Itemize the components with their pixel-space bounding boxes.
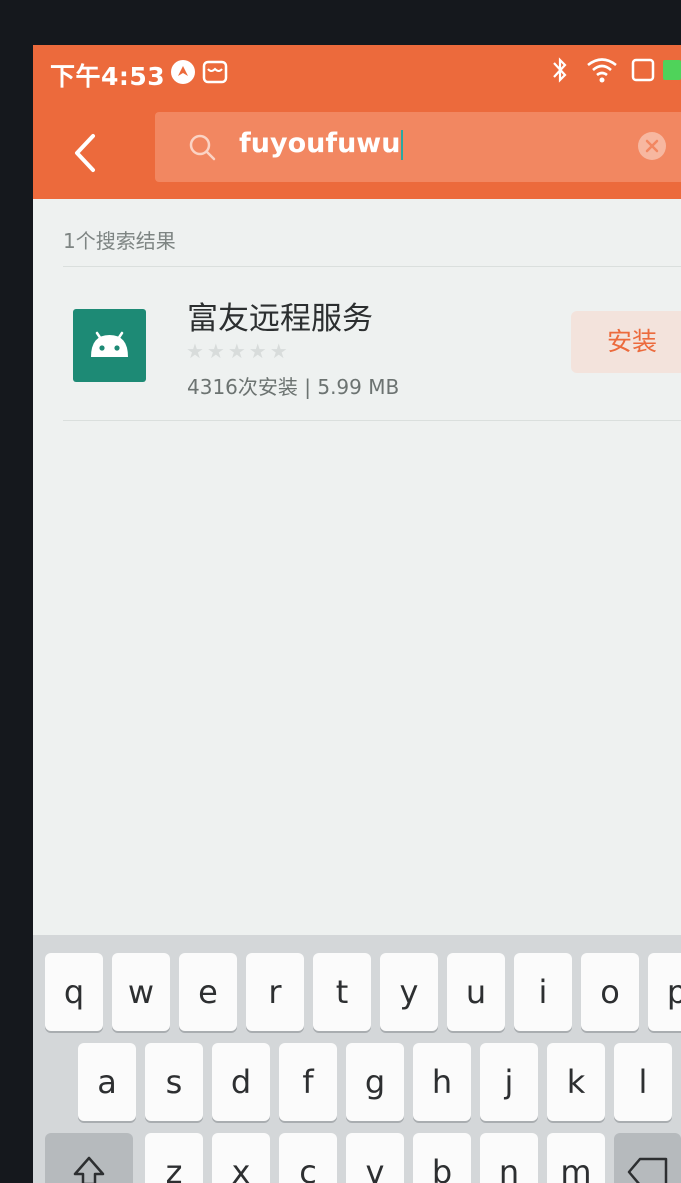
- key-d[interactable]: d: [212, 1043, 270, 1121]
- key-p[interactable]: p: [648, 953, 681, 1031]
- navigation-badge-icon: [171, 60, 195, 84]
- bluetooth-icon: [553, 57, 567, 83]
- key-l[interactable]: l: [614, 1043, 672, 1121]
- key-r[interactable]: r: [246, 953, 304, 1031]
- search-icon: [189, 134, 216, 161]
- divider: [63, 266, 681, 267]
- wifi-icon: [587, 58, 617, 83]
- divider: [63, 420, 681, 421]
- key-k[interactable]: k: [547, 1043, 605, 1121]
- key-v[interactable]: v: [346, 1133, 404, 1183]
- key-j[interactable]: j: [480, 1043, 538, 1121]
- chevron-left-icon[interactable]: [63, 130, 109, 176]
- soft-keyboard: qwertyuiop asdfghjkl zxcvbnm: [33, 935, 681, 1183]
- key-x[interactable]: x: [212, 1133, 270, 1183]
- status-bar: 下午4:53: [33, 45, 681, 102]
- key-c[interactable]: c: [279, 1133, 337, 1183]
- text-cursor: [401, 129, 404, 160]
- store-icon: [202, 60, 228, 84]
- key-e[interactable]: e: [179, 953, 237, 1031]
- screen: 下午4:53 fuyoufuwu 1个搜索结果 富友远程服务 ★★★★★ 431…: [33, 45, 681, 1183]
- key-q[interactable]: q: [45, 953, 103, 1031]
- key-g[interactable]: g: [346, 1043, 404, 1121]
- key-n[interactable]: n: [480, 1133, 538, 1183]
- key-w[interactable]: w: [112, 953, 170, 1031]
- key-m[interactable]: m: [547, 1133, 605, 1183]
- key-b[interactable]: b: [413, 1133, 471, 1183]
- clear-icon[interactable]: [638, 132, 666, 160]
- android-icon: [73, 309, 146, 382]
- battery-icon: [631, 58, 681, 82]
- key-a[interactable]: a: [78, 1043, 136, 1121]
- backspace-icon[interactable]: [614, 1133, 681, 1183]
- app-name: 富友远程服务: [187, 301, 373, 337]
- search-app-bar: fuyoufuwu: [33, 102, 681, 199]
- key-f[interactable]: f: [279, 1043, 337, 1121]
- shift-icon[interactable]: [45, 1133, 133, 1183]
- search-query: fuyoufuwu: [239, 128, 404, 160]
- key-s[interactable]: s: [145, 1043, 203, 1121]
- list-item[interactable]: 富友远程服务 ★★★★★ 4316次安装 | 5.99 MB 安装: [33, 271, 681, 421]
- result-count: 1个搜索结果: [63, 229, 176, 253]
- key-z[interactable]: z: [145, 1133, 203, 1183]
- search-input[interactable]: fuyoufuwu: [155, 112, 681, 182]
- key-y[interactable]: y: [380, 953, 438, 1031]
- key-h[interactable]: h: [413, 1043, 471, 1121]
- key-t[interactable]: t: [313, 953, 371, 1031]
- install-button[interactable]: 安装: [571, 311, 681, 373]
- key-i[interactable]: i: [514, 953, 572, 1031]
- device-bezel-left: [0, 0, 33, 1183]
- rating-stars: ★★★★★: [186, 339, 291, 363]
- status-time: 下午4:53: [50, 62, 166, 91]
- key-o[interactable]: o: [581, 953, 639, 1031]
- app-meta: 4316次安装 | 5.99 MB: [187, 375, 400, 399]
- device-bezel-top: [0, 0, 681, 45]
- key-u[interactable]: u: [447, 953, 505, 1031]
